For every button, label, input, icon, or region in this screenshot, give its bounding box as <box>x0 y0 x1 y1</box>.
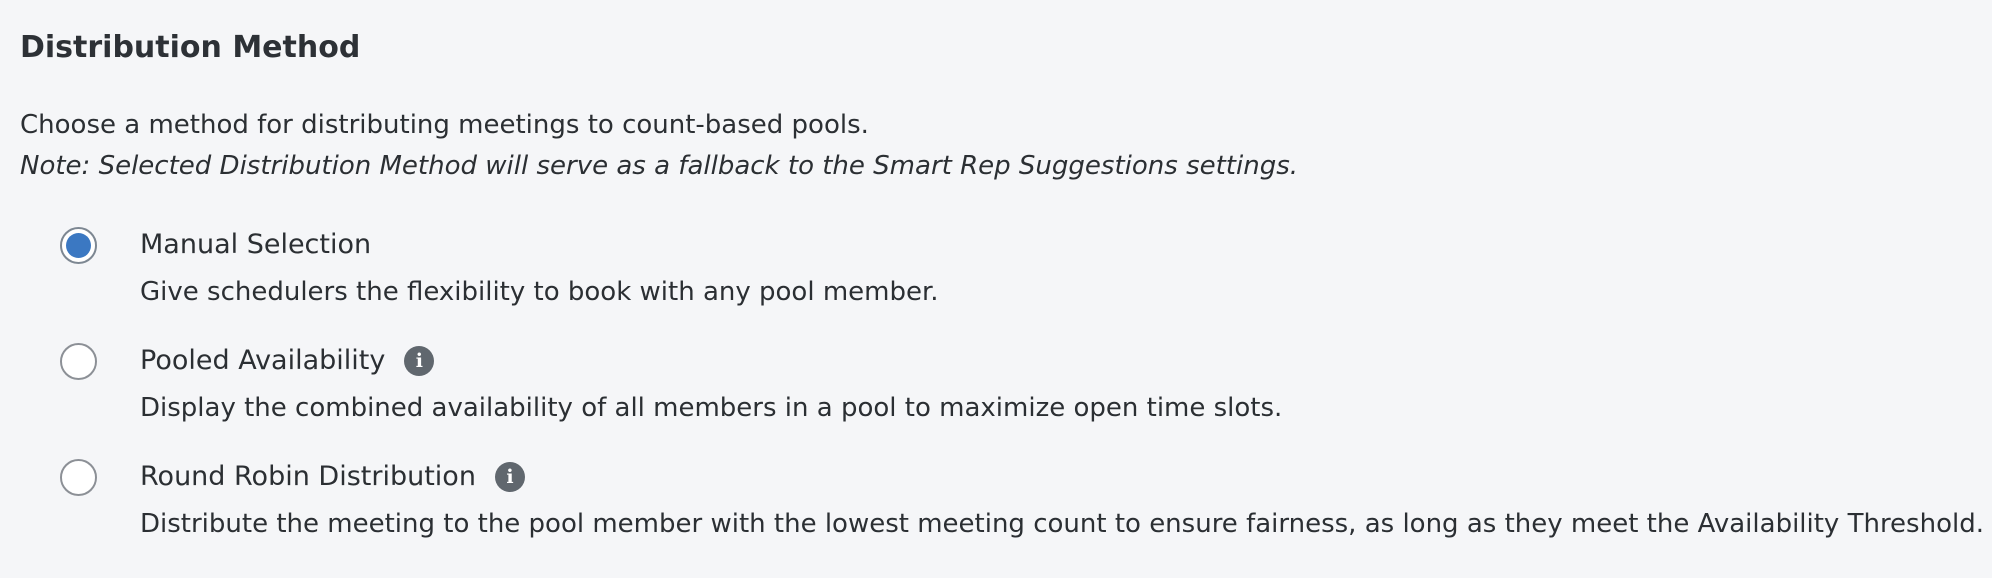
option-label[interactable]: Round Robin Distribution <box>140 461 476 492</box>
option-description: Display the combined availability of all… <box>140 393 1283 423</box>
option-pooled-availability[interactable]: Pooled Availability i Display the combin… <box>60 343 1972 443</box>
option-label[interactable]: Manual Selection <box>140 229 371 260</box>
option-round-robin-distribution[interactable]: Round Robin Distribution i Distribute th… <box>60 459 1984 559</box>
distribution-method-section: Distribution Method Choose a method for … <box>20 0 1984 578</box>
info-icon[interactable]: i <box>404 345 435 376</box>
option-label[interactable]: Pooled Availability <box>140 345 385 376</box>
section-title: Distribution Method <box>20 30 361 65</box>
info-icon[interactable]: i <box>494 461 525 492</box>
section-description: Choose a method for distributing meeting… <box>20 110 869 140</box>
option-manual-selection[interactable]: Manual Selection Give schedulers the fle… <box>60 227 1972 327</box>
section-note: Note: Selected Distribution Method will … <box>20 151 1299 181</box>
radio-pooled-availability[interactable] <box>60 343 97 380</box>
option-label-row: Pooled Availability i <box>140 345 435 376</box>
radio-round-robin-distribution[interactable] <box>60 459 97 496</box>
radio-manual-selection[interactable] <box>60 227 97 264</box>
option-description: Distribute the meeting to the pool membe… <box>140 509 1984 539</box>
option-label-row: Round Robin Distribution i <box>140 461 525 492</box>
option-description: Give schedulers the flexibility to book … <box>140 277 939 307</box>
